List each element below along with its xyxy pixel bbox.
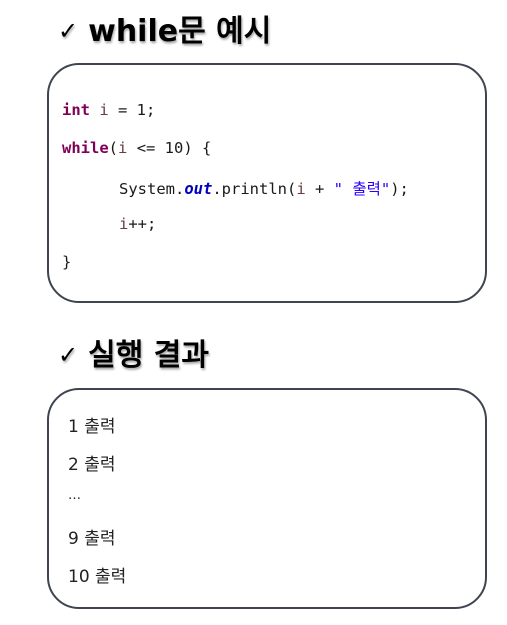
- variable-token: i: [119, 215, 129, 233]
- checkmark-icon: ✓: [58, 341, 79, 369]
- code-text: = 1;: [108, 101, 156, 119]
- variable-token: i: [99, 101, 109, 119]
- code-text: );: [390, 180, 409, 198]
- code-text: (: [108, 139, 119, 157]
- keyword-token: int: [62, 101, 90, 119]
- code-line: System.out.println(i + " 출력");: [119, 177, 409, 199]
- code-text: .println(: [212, 180, 297, 198]
- keyword-token: while: [62, 139, 109, 157]
- code-line: }: [62, 253, 71, 271]
- code-line: int i = 1;: [62, 101, 155, 119]
- output-block: 1 출력 2 출력 … 9 출력 10 출력: [47, 388, 487, 609]
- code-text: System.: [119, 180, 185, 198]
- code-text: +: [305, 180, 334, 198]
- code-block: int i = 1; while(i <= 10) { System.out.p…: [47, 63, 487, 303]
- output-line: 9 출력: [68, 529, 116, 549]
- result-heading: ✓ 실행 결과: [58, 330, 209, 374]
- example-heading-text: while문 예시: [88, 14, 272, 49]
- code-line: while(i <= 10) {: [62, 139, 211, 157]
- code-text: ++;: [128, 215, 157, 233]
- variable-token: i: [296, 180, 306, 198]
- output-line: 1 출력: [68, 417, 116, 437]
- output-line: 2 출력: [68, 455, 116, 475]
- string-token: " 출력": [333, 180, 391, 198]
- field-token: out: [184, 180, 213, 198]
- checkmark-icon: ✓: [58, 17, 79, 45]
- example-heading: ✓ while문 예시: [58, 6, 271, 50]
- code-line: i++;: [119, 215, 156, 233]
- output-line: 10 출력: [68, 567, 127, 587]
- output-ellipsis: …: [68, 488, 81, 503]
- result-heading-text: 실행 결과: [88, 338, 209, 373]
- variable-token: i: [118, 139, 128, 157]
- code-text: <= 10) {: [127, 139, 212, 157]
- code-text: }: [62, 253, 72, 271]
